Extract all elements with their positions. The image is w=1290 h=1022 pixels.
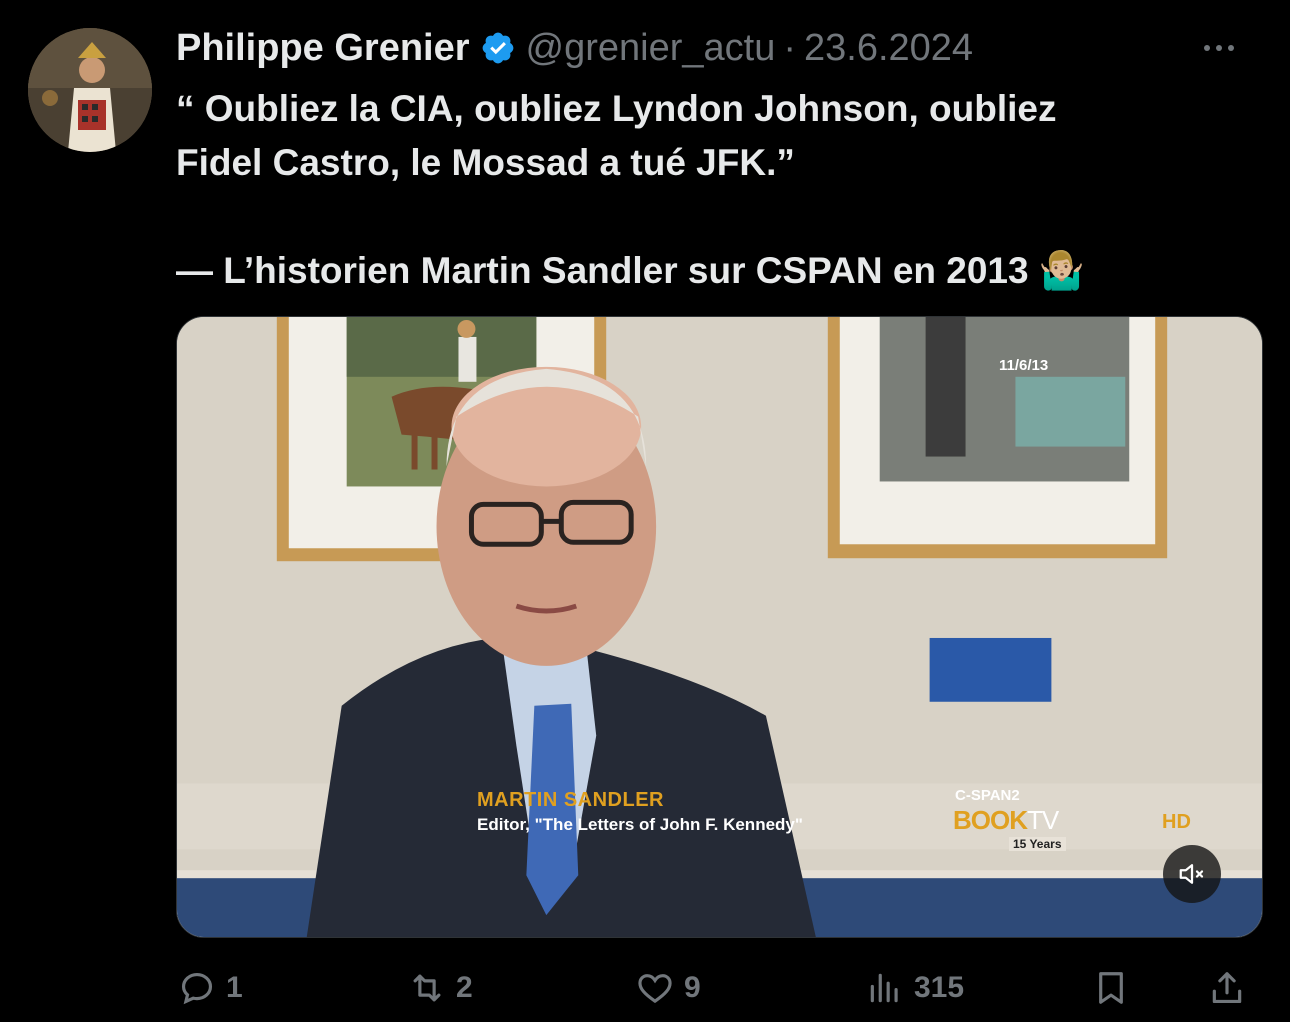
hd-badge: HD	[1162, 811, 1191, 833]
like-button[interactable]: 9	[636, 962, 701, 1014]
speaker-muted-glyph	[1179, 864, 1204, 884]
views-button[interactable]: 315	[866, 962, 964, 1014]
views-icon	[870, 973, 898, 1003]
reply-count: 1	[226, 971, 243, 1004]
anniversary-badge: 15 Years	[1009, 837, 1066, 851]
like-count: 9	[684, 971, 701, 1004]
tweet-header: Philippe Grenier @grenier_actu · 23.6.20…	[176, 24, 1250, 72]
show-logo: BOOKTV	[953, 805, 1059, 836]
tweet-date[interactable]: 23.6.2024	[804, 27, 973, 70]
more-icon[interactable]	[1204, 24, 1234, 72]
share-icon	[1212, 972, 1242, 1004]
avatar[interactable]	[28, 28, 152, 152]
reply-button[interactable]: 1	[178, 962, 243, 1014]
tweet-line: Fidel Castro, le Mossad a tué JFK.”	[176, 142, 795, 183]
tweet-text: “ Oubliez la CIA, oubliez Lyndon Johnson…	[176, 82, 1266, 298]
chyron-title: Editor, "The Letters of John F. Kennedy"	[477, 815, 803, 834]
author-name[interactable]: Philippe Grenier	[176, 27, 470, 70]
action-bar: 1 2 9 315	[176, 962, 1266, 1014]
video-player[interactable]: 11/6/13 MARTIN SANDLER Editor, "The Lett…	[176, 316, 1263, 938]
mute-icon[interactable]	[1163, 845, 1221, 903]
tweet-line: “ Oubliez la CIA, oubliez Lyndon Johnson…	[176, 88, 1057, 129]
separator-dot: ·	[783, 26, 797, 69]
bookmark-icon	[1099, 972, 1123, 1004]
show-logo-tv: TV	[1027, 805, 1059, 835]
bookmark-button[interactable]	[1092, 962, 1130, 1014]
show-logo-book: BOOK	[953, 805, 1028, 835]
share-button[interactable]	[1208, 962, 1246, 1014]
network-logo: C-SPAN2	[955, 787, 1020, 804]
author-handle[interactable]: @grenier_actu	[526, 27, 776, 70]
tweet-line: — L’historien Martin Sandler sur CSPAN e…	[176, 250, 1085, 291]
video-frame	[177, 317, 1262, 937]
verified-badge-icon	[482, 32, 513, 64]
repost-button[interactable]: 2	[408, 962, 473, 1014]
chyron-name: MARTIN SANDLER	[477, 789, 664, 811]
repost-icon	[413, 974, 441, 1002]
like-icon	[638, 974, 672, 1004]
repost-count: 2	[456, 971, 473, 1004]
reply-icon	[181, 972, 213, 1005]
avatar-image	[28, 28, 152, 152]
video-date-stamp: 11/6/13	[999, 357, 1049, 374]
views-count: 315	[914, 971, 965, 1004]
